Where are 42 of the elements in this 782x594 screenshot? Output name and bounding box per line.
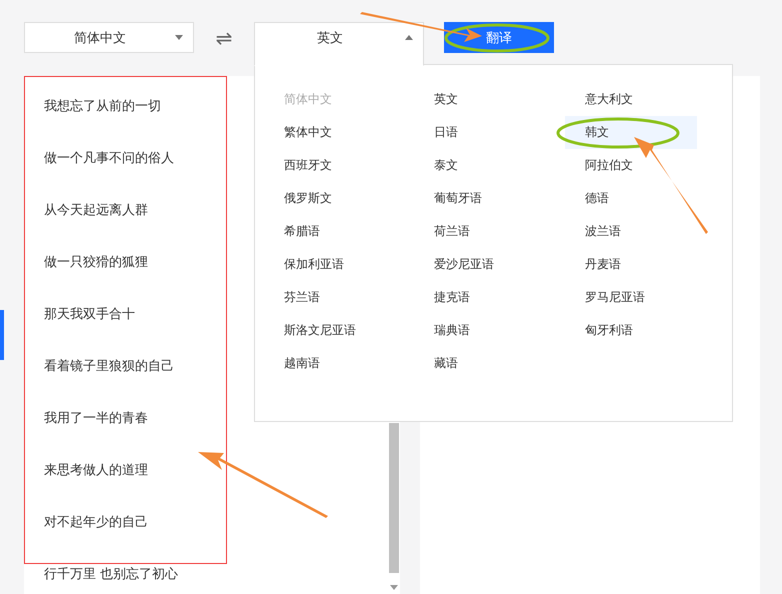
language-option[interactable]: 日语 xyxy=(414,116,565,149)
language-option[interactable]: 意大利文 xyxy=(565,83,697,116)
source-text-line: 做一只狡猾的狐狸 xyxy=(44,254,148,272)
source-text-line: 从今天起远离人群 xyxy=(44,202,148,220)
language-option[interactable]: 藏语 xyxy=(414,347,565,380)
caret-icon xyxy=(405,35,413,40)
language-option[interactable]: 俄罗斯文 xyxy=(264,182,414,215)
language-option[interactable]: 斯洛文尼亚语 xyxy=(264,314,414,347)
language-option[interactable]: 葡萄牙语 xyxy=(414,182,565,215)
language-option[interactable]: 德语 xyxy=(565,182,697,215)
language-option[interactable]: 罗马尼亚语 xyxy=(565,281,697,314)
source-text-line: 来思考做人的道理 xyxy=(44,462,148,480)
language-option[interactable]: 爱沙尼亚语 xyxy=(414,248,565,281)
language-option[interactable]: 阿拉伯文 xyxy=(565,149,697,182)
language-option[interactable]: 希腊语 xyxy=(264,215,414,248)
source-text-line: 对不起年少的自己 xyxy=(44,514,148,532)
source-text-line: 做一个凡事不问的俗人 xyxy=(44,150,174,168)
language-option[interactable]: 匈牙利语 xyxy=(565,314,697,347)
source-text-line: 看着镜子里狼狈的自己 xyxy=(44,358,174,376)
language-option[interactable]: 波兰语 xyxy=(565,215,697,248)
language-option[interactable]: 瑞典语 xyxy=(414,314,565,347)
source-text-line: 那天我双手合十 xyxy=(44,306,135,324)
sidebar-indicator xyxy=(0,310,4,360)
language-option[interactable]: 丹麦语 xyxy=(565,248,697,281)
source-text-line: 我想忘了从前的一切 xyxy=(44,98,161,116)
language-option[interactable]: 荷兰语 xyxy=(414,215,565,248)
language-option[interactable]: 西班牙文 xyxy=(264,149,414,182)
scroll-down-icon[interactable] xyxy=(390,585,398,590)
source-text-line: 行千万里 也别忘了初心 xyxy=(44,566,178,584)
language-option[interactable]: 越南语 xyxy=(264,347,414,380)
scrollbar-thumb[interactable] xyxy=(389,423,399,573)
language-option[interactable]: 泰文 xyxy=(414,149,565,182)
language-option[interactable]: 芬兰语 xyxy=(264,281,414,314)
source-language-select[interactable]: 简体中文 xyxy=(24,22,194,53)
language-option[interactable]: 英文 xyxy=(414,83,565,116)
caret-icon xyxy=(175,35,183,40)
language-option[interactable]: 捷克语 xyxy=(414,281,565,314)
source-text-line: 我用了一半的青春 xyxy=(44,410,148,428)
language-option[interactable]: 繁体中文 xyxy=(264,116,414,149)
swap-languages-button[interactable]: ⇌ xyxy=(194,22,254,53)
target-language-select[interactable]: 英文 xyxy=(254,22,424,66)
language-option[interactable]: 保加利亚语 xyxy=(264,248,414,281)
